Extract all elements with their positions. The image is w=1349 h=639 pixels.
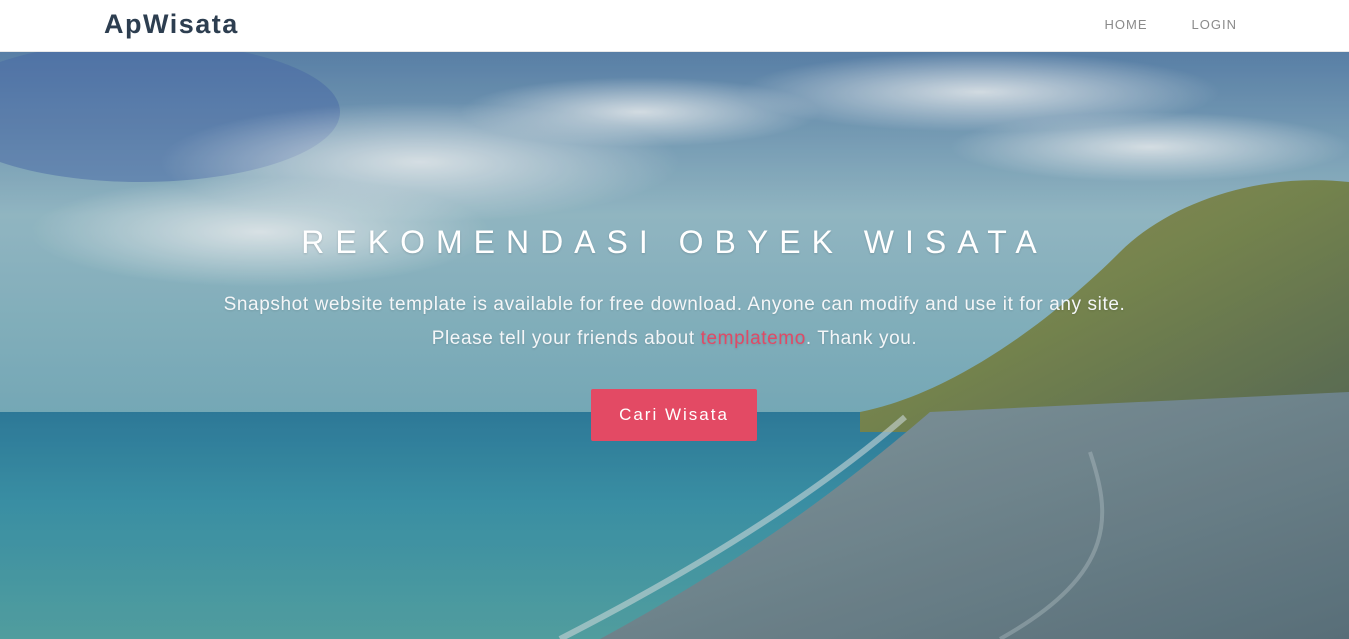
cari-wisata-button[interactable]: Cari Wisata xyxy=(591,389,757,441)
hero-description-line1: Snapshot website template is available f… xyxy=(223,294,1126,315)
hero-description: Snapshot website template is available f… xyxy=(0,288,1349,356)
hero-description-line2-start: Please tell your friends about xyxy=(431,328,701,349)
templatemo-link[interactable]: templatemo xyxy=(701,328,806,349)
brand-logo[interactable]: ApWisata xyxy=(104,9,239,40)
hero-description-line2-end: . Thank you. xyxy=(805,328,918,349)
nav-links: HOME LOGIN xyxy=(1105,17,1237,32)
navbar: ApWisata HOME LOGIN xyxy=(0,0,1349,52)
nav-login-link[interactable]: LOGIN xyxy=(1192,17,1237,32)
nav-home-link[interactable]: HOME xyxy=(1105,17,1148,32)
hero-section: REKOMENDASI OBYEK WISATA Snapshot websit… xyxy=(0,52,1349,639)
hero-title: REKOMENDASI OBYEK WISATA xyxy=(301,224,1048,260)
hero-content: REKOMENDASI OBYEK WISATA Snapshot websit… xyxy=(0,52,1349,639)
